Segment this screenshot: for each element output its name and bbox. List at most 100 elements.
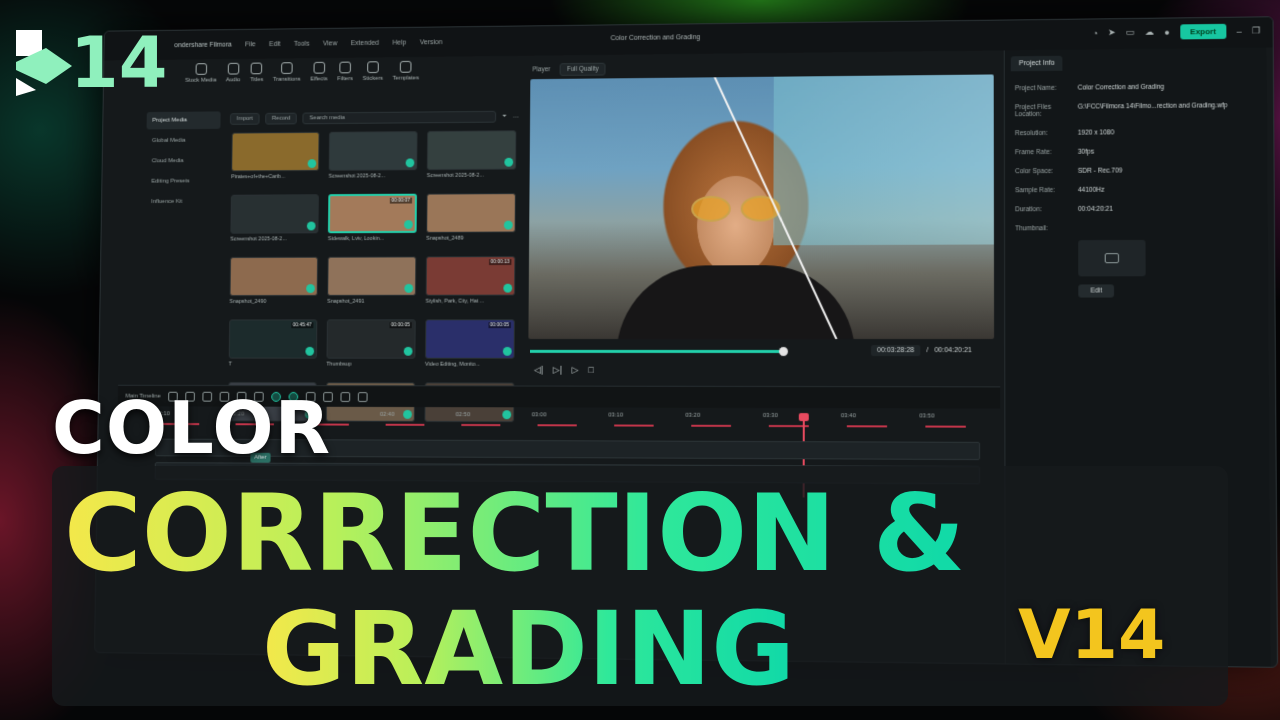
media-actions: Import Record Search media ⏷ ⋯ [229, 109, 519, 127]
media-thumbnail[interactable] [327, 256, 417, 296]
ruler-marker [925, 425, 966, 428]
info-value: 30fps [1077, 148, 1095, 156]
info-key: Resolution: [1014, 129, 1048, 138]
media-thumbnail[interactable] [229, 256, 319, 297]
minimize-icon[interactable]: – [1236, 26, 1241, 36]
timecode-display: 00:03:28:28 / 00:04:20:21 [871, 345, 972, 357]
image-icon [1104, 253, 1120, 264]
tool-transitions[interactable]: Transitions [273, 62, 301, 83]
tool-stock-media[interactable]: Stock Media [185, 63, 217, 84]
tool-stickers[interactable]: Stickers [362, 61, 383, 82]
project-info-row: Project Files Location: G:\FCC\Filmora 14… [1015, 102, 1267, 118]
media-item[interactable]: 00:00:05 Video Editing, Monito... [425, 319, 515, 374]
check-icon [404, 283, 414, 293]
media-item[interactable]: Snapshot_2491 [327, 256, 417, 311]
more-icon[interactable]: ⋯ [513, 113, 519, 120]
menu-edit[interactable]: Edit [269, 41, 281, 48]
play-reverse-icon[interactable]: ▷| [553, 365, 562, 376]
maximize-icon[interactable]: ❐ [1252, 25, 1260, 36]
playback-scrubber[interactable] [530, 346, 788, 356]
user-avatar-icon[interactable]: ● [1164, 27, 1170, 37]
play-icon[interactable]: ▷ [572, 365, 579, 376]
current-time[interactable]: 00:03:28:28 [871, 345, 921, 357]
nav-cloud-media[interactable]: Cloud Media [146, 152, 220, 170]
nav-global-media[interactable]: Global Media [146, 132, 220, 150]
media-item[interactable]: 00:00:13 Stylish, Park, City, Hat ... [425, 256, 516, 311]
tab-project-info[interactable]: Project Info [1010, 55, 1063, 72]
media-item[interactable]: Screenshot 2025-08-2... [427, 130, 517, 186]
menu-file[interactable]: File [245, 41, 256, 48]
filter-icon[interactable]: ⏷ [502, 113, 507, 120]
preview-building [773, 74, 994, 246]
media-thumbnail[interactable] [230, 194, 319, 234]
info-value: 44100Hz [1077, 186, 1105, 194]
info-value: Color Correction and Grading [1077, 83, 1165, 92]
zoom-out-icon[interactable] [340, 391, 351, 402]
media-thumbnail[interactable] [328, 131, 418, 171]
nav-editing-presets[interactable]: Editing Presets [146, 172, 220, 190]
media-item[interactable]: 00:00:05 Thumbsup [326, 319, 416, 374]
media-thumbnail[interactable]: 00:00:05 [326, 319, 416, 359]
transitions-icon [281, 62, 293, 74]
ruler-marker [537, 424, 577, 427]
title-bar-actions: ◔ ➤ ▭ ☁ ● Export – ❐ [1092, 23, 1260, 40]
menu-version[interactable]: Version [420, 39, 443, 46]
scrubber-handle[interactable] [778, 346, 788, 356]
check-icon [503, 220, 513, 230]
cloud-icon[interactable]: ☁ [1145, 27, 1154, 38]
tool-effects[interactable]: Effects [310, 61, 328, 82]
search-media-input[interactable]: Search media [302, 110, 497, 125]
media-thumbnail[interactable]: 00:00:07 [327, 193, 417, 234]
tool-filters[interactable]: Filters [337, 61, 353, 82]
check-icon [306, 284, 315, 293]
filmora-logo-icon [16, 30, 72, 96]
send-icon[interactable]: ➤ [1108, 27, 1116, 38]
video-preview[interactable] [528, 74, 995, 340]
stop-icon[interactable]: □ [588, 365, 593, 376]
menu-tools[interactable]: Tools [294, 40, 310, 47]
notification-icon[interactable]: ◔ [1092, 28, 1098, 38]
media-item[interactable]: Pirates+of+the+Carib... [231, 131, 320, 187]
document-title: Color Correction and Grading [610, 34, 701, 43]
media-thumbnail[interactable] [426, 193, 516, 233]
info-key: Project Name: [1014, 84, 1057, 93]
media-item[interactable]: Snapshot_2489 [426, 193, 516, 248]
menu-extended[interactable]: Extended [351, 39, 379, 46]
media-item[interactable]: 00:45:47 T [229, 319, 318, 374]
menu-help[interactable]: Help [392, 39, 406, 46]
media-thumbnail[interactable]: 00:45:47 [228, 319, 318, 359]
export-button[interactable]: Export [1179, 23, 1227, 40]
media-thumbnail[interactable]: 00:00:13 [425, 256, 516, 296]
media-duration: 00:00:05 [488, 322, 511, 329]
tool-templates[interactable]: Templates [393, 60, 420, 82]
import-button[interactable]: Import [229, 112, 260, 125]
nav-project-media[interactable]: Project Media [146, 111, 221, 130]
monitor-icon[interactable]: ▭ [1126, 27, 1135, 38]
app-brand: ondershare Filmora [174, 41, 232, 49]
tool-titles[interactable]: Titles [250, 62, 264, 83]
menu-view[interactable]: View [323, 40, 337, 47]
info-value: SDR - Rec.709 [1077, 167, 1123, 175]
media-item[interactable]: Snapshot_2490 [229, 256, 319, 312]
media-item[interactable]: Screenshot 2025-08-2... [328, 131, 418, 186]
ruler-marker [846, 425, 888, 428]
tool-audio[interactable]: Audio [226, 62, 241, 83]
project-thumbnail[interactable] [1078, 239, 1146, 277]
edit-thumbnail-button[interactable]: Edit [1078, 284, 1115, 298]
ruler-marker [691, 424, 731, 427]
headline-line-1: COLOR [52, 386, 332, 470]
zoom-in-icon[interactable] [357, 391, 368, 402]
media-item[interactable]: Screenshot 2025-08-2... [230, 194, 319, 249]
quality-select[interactable]: Full Quality [559, 62, 606, 76]
media-thumbnail[interactable] [426, 130, 517, 171]
templates-icon [400, 60, 412, 73]
step-back-icon[interactable]: ◁| [534, 365, 543, 376]
media-item[interactable]: 00:00:07 Sidewalk, Lviv, Lookin... [327, 193, 417, 249]
media-sidebar: Project Media Global Media Cloud Media E… [145, 111, 221, 213]
check-icon [404, 220, 413, 230]
record-button[interactable]: Record [265, 112, 298, 125]
media-thumbnail[interactable] [231, 131, 320, 172]
media-thumbnail[interactable]: 00:00:05 [425, 319, 515, 359]
check-icon [305, 346, 315, 356]
nav-influence-kit[interactable]: Influence Kit [145, 193, 219, 211]
